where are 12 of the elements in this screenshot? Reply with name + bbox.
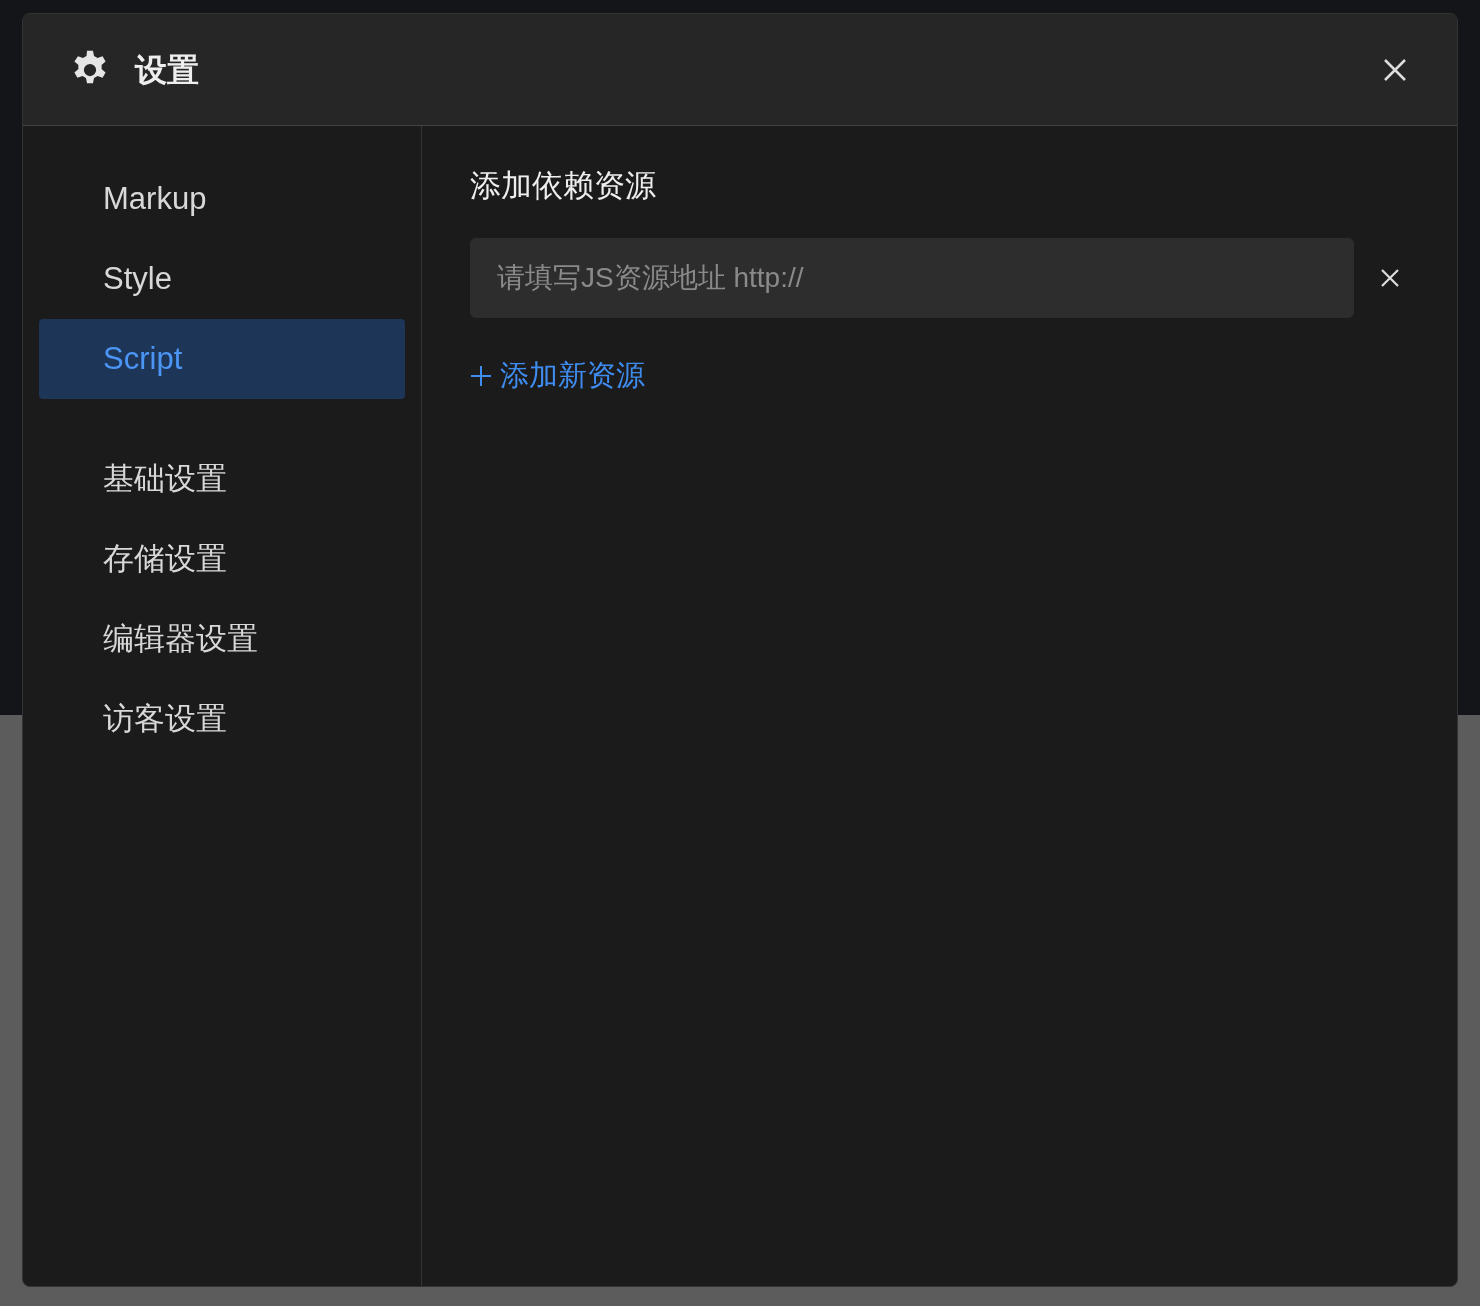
sidebar-item[interactable]: Style <box>39 239 405 319</box>
sidebar-item[interactable]: 编辑器设置 <box>39 599 405 679</box>
dialog-title: 设置 <box>135 50 199 90</box>
sidebar-item[interactable]: 存储设置 <box>39 519 405 599</box>
add-resource-link[interactable]: 添加新资源 <box>470 354 645 398</box>
sidebar-item[interactable]: Markup <box>39 159 405 239</box>
section-heading: 添加依赖资源 <box>470 167 657 205</box>
plus-icon <box>470 364 492 387</box>
sidebar-item[interactable]: 访客设置 <box>39 679 405 759</box>
sidebar-item[interactable]: 基础设置 <box>39 439 405 519</box>
sidebar-item[interactable]: Script <box>39 319 405 399</box>
url-input-field[interactable]: 请填写JS资源地址 http:// <box>470 238 1354 318</box>
